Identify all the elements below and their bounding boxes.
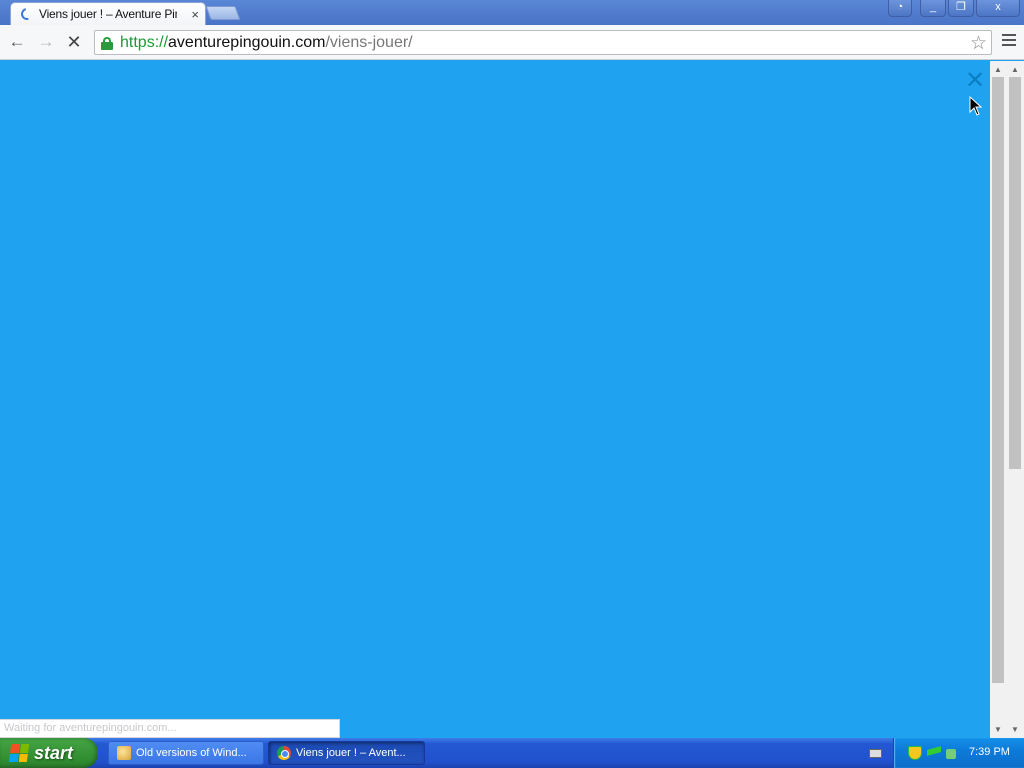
chrome-icon	[277, 746, 291, 760]
url-scheme: https://	[120, 33, 169, 51]
scrollbar-thumb[interactable]	[992, 77, 1004, 683]
scroll-up-arrow-icon[interactable]: ▲	[994, 65, 1002, 74]
scrollbar-area: ▲ ▼ ▲ ▼	[990, 61, 1024, 738]
security-shield-icon[interactable]	[908, 746, 922, 760]
page-scrollbar[interactable]: ▲ ▼	[990, 61, 1007, 738]
close-overlay-icon[interactable]: ✕	[965, 69, 985, 93]
system-tray: 7:39 PM	[893, 738, 1024, 768]
star-icon[interactable]: ☆	[970, 32, 987, 55]
browser-title-bar: Viens jouer ! – Aventure Pingouin × ◔ _ …	[0, 0, 1024, 25]
profile-button[interactable]: ◔	[888, 0, 912, 17]
outer-scroll-up-arrow-icon[interactable]: ▲	[1011, 65, 1019, 74]
taskbar-item-old-versions[interactable]: Old versions of Wind...	[108, 741, 264, 765]
start-label: start	[34, 742, 74, 763]
status-bubble: Waiting for aventurepingouin.com...	[0, 719, 340, 738]
address-bar[interactable]: https://aventurepingouin.com/viens-jouer…	[94, 30, 992, 55]
lock-icon[interactable]	[101, 36, 113, 50]
forward-button[interactable]: →	[34, 31, 58, 53]
clock[interactable]: 7:39 PM	[969, 746, 1010, 758]
browser-tab-active[interactable]: Viens jouer ! – Aventure Pingouin ×	[10, 2, 206, 25]
url-host: aventurepingouin.com	[168, 33, 326, 51]
outer-scrollbar[interactable]: ▲ ▼	[1007, 61, 1024, 738]
taskbar-item-label: Viens jouer ! – Avent...	[296, 747, 406, 759]
keyboard-icon[interactable]	[869, 749, 882, 758]
taskbar-item-label: Old versions of Wind...	[136, 747, 247, 759]
tab-title: Viens jouer ! – Aventure Pingouin	[39, 7, 177, 21]
windows-logo-icon	[8, 744, 30, 762]
url-text[interactable]: https://aventurepingouin.com/viens-jouer…	[120, 34, 413, 52]
outer-scroll-down-arrow-icon[interactable]: ▼	[1011, 725, 1019, 734]
window-controls: ◔ _ ❐ x	[888, 0, 1020, 17]
restore-button[interactable]: ❐	[948, 0, 974, 17]
safely-remove-icon[interactable]	[945, 746, 959, 760]
loading-spinner-icon	[18, 5, 36, 23]
outer-scrollbar-thumb[interactable]	[1009, 77, 1021, 469]
stop-loading-button[interactable]: ✕	[62, 31, 86, 53]
network-icon[interactable]	[927, 746, 941, 760]
close-window-button[interactable]: x	[976, 0, 1020, 17]
scroll-down-arrow-icon[interactable]: ▼	[994, 725, 1002, 734]
start-button[interactable]: start	[0, 738, 98, 768]
taskbar: start Old versions of Wind... Viens joue…	[0, 738, 1024, 768]
taskbar-item-chrome[interactable]: Viens jouer ! – Avent...	[268, 741, 425, 765]
page-content: ✕ Waiting for aventurepingouin.com...	[0, 61, 990, 738]
back-button[interactable]: ←	[5, 31, 29, 53]
url-path: /viens-jouer/	[325, 33, 413, 51]
minimize-button[interactable]: _	[920, 0, 946, 17]
menu-icon[interactable]	[1002, 34, 1016, 49]
tab-close-icon[interactable]: ×	[191, 8, 199, 21]
mouse-cursor-icon	[969, 96, 983, 116]
app-icon	[117, 746, 131, 760]
new-tab-button[interactable]	[205, 6, 241, 20]
browser-toolbar: ← → ✕ https://aventurepingouin.com/viens…	[0, 25, 1024, 60]
